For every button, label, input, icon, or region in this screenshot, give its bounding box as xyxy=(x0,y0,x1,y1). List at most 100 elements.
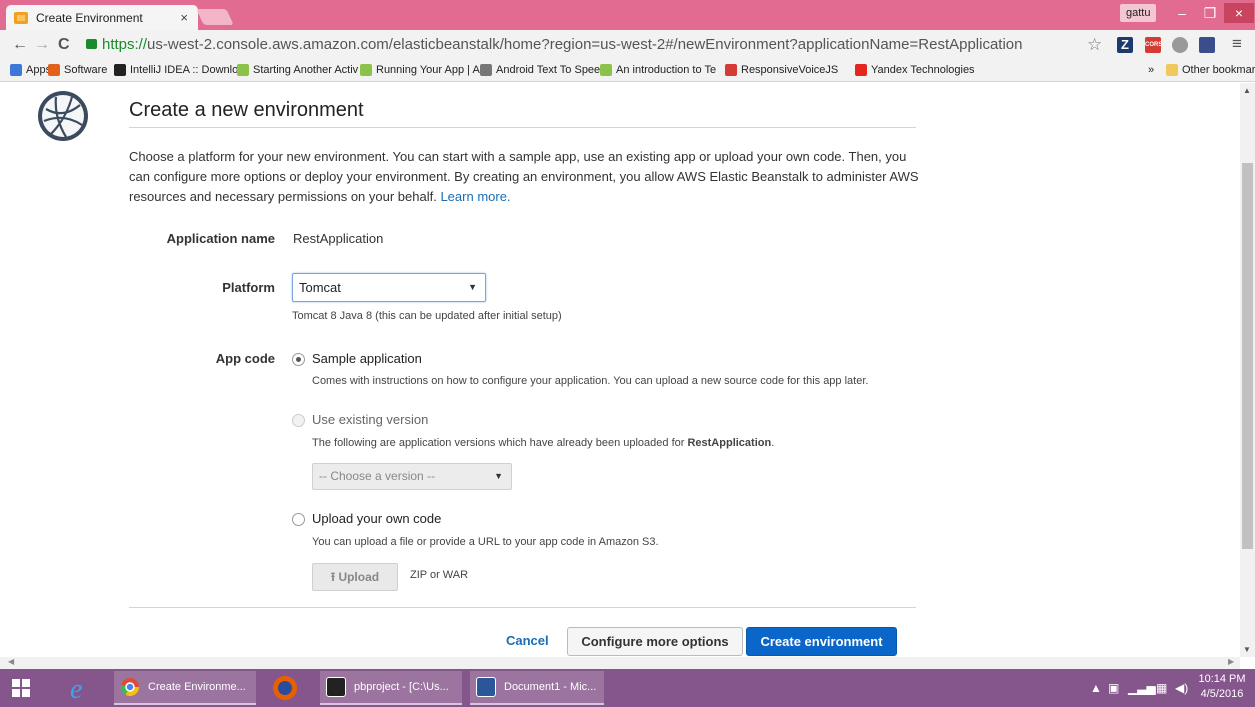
application-name-label: Application name xyxy=(166,231,275,246)
create-environment-button[interactable]: Create environment xyxy=(746,627,897,656)
windows-start-icon[interactable] xyxy=(12,679,30,697)
version-select[interactable]: -- Choose a version -- ▼ xyxy=(312,463,512,490)
url-scheme: https:// xyxy=(102,36,148,53)
application-name-value: RestApplication xyxy=(293,231,384,246)
taskbar-item-intellij[interactable]: pbproject - [C:\Us... xyxy=(320,671,462,705)
intellij-icon xyxy=(114,64,126,76)
url-input[interactable]: https://us-west-2.console.aws.amazon.com… xyxy=(84,34,1104,56)
chrome-icon xyxy=(121,678,139,697)
title-divider xyxy=(129,127,916,128)
internet-explorer-icon[interactable]: e xyxy=(66,673,96,703)
word-icon xyxy=(476,677,496,697)
extension-plane-icon[interactable] xyxy=(1199,37,1215,53)
upload-own-code-label[interactable]: Upload your own code xyxy=(312,511,441,526)
back-button[interactable]: ← xyxy=(12,36,28,54)
aws-favicon-icon xyxy=(14,11,28,24)
upload-file-types: ZIP or WAR xyxy=(410,569,469,581)
sample-application-help: Comes with instructions on how to config… xyxy=(312,375,869,387)
sample-application-label[interactable]: Sample application xyxy=(312,351,422,366)
close-window-button[interactable]: × xyxy=(1224,3,1254,23)
bookmark-software[interactable]: Software xyxy=(48,64,107,76)
lock-icon xyxy=(86,39,97,49)
footer-divider xyxy=(129,607,916,608)
bookmark-apps[interactable]: Apps xyxy=(10,64,51,76)
clock-time: 10:14 PM xyxy=(1198,673,1246,685)
intro-paragraph: Choose a platform for your new environme… xyxy=(129,147,919,207)
platform-label: Platform xyxy=(222,280,275,295)
intellij-icon xyxy=(326,677,346,697)
firefox-icon[interactable] xyxy=(270,673,300,703)
windows-flag-icon[interactable]: ▦ xyxy=(1156,681,1167,695)
sample-application-radio[interactable] xyxy=(292,353,305,366)
scroll-down-icon[interactable]: ▼ xyxy=(1243,645,1251,654)
folder-icon xyxy=(1166,64,1178,76)
tray-device-icon[interactable]: ▣ xyxy=(1108,681,1119,695)
scroll-right-icon[interactable]: ▶ xyxy=(1228,657,1234,666)
tab-create-environment[interactable]: Create Environment × xyxy=(6,5,198,30)
bookmark-android-tts[interactable]: Android Text To Spee xyxy=(480,64,600,76)
new-tab-button[interactable] xyxy=(196,9,234,25)
bookmark-running-app[interactable]: Running Your App | A xyxy=(360,64,480,76)
elastic-beanstalk-logo-icon xyxy=(38,91,88,141)
bookmark-intellij[interactable]: IntelliJ IDEA :: Downlo xyxy=(114,64,238,76)
diamond-icon xyxy=(480,64,492,76)
minimize-button[interactable]: – xyxy=(1168,3,1196,23)
maximize-button[interactable]: ❐ xyxy=(1196,3,1224,23)
extension-cube-icon[interactable] xyxy=(1172,37,1188,53)
vertical-scroll-thumb[interactable] xyxy=(1242,163,1253,549)
office-icon xyxy=(48,64,60,76)
bookmark-introduction[interactable]: An introduction to Te xyxy=(600,64,716,76)
bookmark-other[interactable]: Other bookmarks xyxy=(1166,64,1255,76)
upload-own-code-radio[interactable] xyxy=(292,513,305,526)
bookmark-yandex[interactable]: Yandex Technologies xyxy=(855,64,975,76)
existing-help-app-name: RestApplication xyxy=(687,437,772,449)
bookmark-starting-activity[interactable]: Starting Another Activ xyxy=(237,64,358,76)
bookmarks-overflow-icon[interactable]: » xyxy=(1148,64,1154,76)
tab-title: Create Environment xyxy=(36,10,143,25)
version-select-placeholder: -- Choose a version -- xyxy=(319,469,436,483)
cancel-button[interactable]: Cancel xyxy=(506,633,549,648)
reload-button[interactable]: C xyxy=(58,36,70,54)
page-content: Create a new environment Choose a platfo… xyxy=(0,83,1240,657)
chevron-down-icon: ▼ xyxy=(494,471,503,481)
bookmarks-bar: Apps Software IntelliJ IDEA :: Downlo St… xyxy=(0,60,1255,82)
tab-close-icon[interactable]: × xyxy=(180,10,188,25)
volume-icon[interactable]: ◀) xyxy=(1175,681,1188,695)
tray-expand-icon[interactable]: ▲ xyxy=(1090,681,1102,695)
taskbar-item-chrome[interactable]: Create Environme... xyxy=(114,671,256,705)
scroll-up-icon[interactable]: ▲ xyxy=(1243,86,1251,95)
html5-icon xyxy=(725,64,737,76)
scroll-left-icon[interactable]: ◀ xyxy=(8,657,14,666)
android-icon xyxy=(600,64,612,76)
bookmark-star-icon[interactable]: ☆ xyxy=(1087,35,1102,55)
yandex-icon xyxy=(855,64,867,76)
browser-menu-icon[interactable]: ≡ xyxy=(1232,34,1242,54)
system-clock[interactable]: 10:14 PM 4/5/2016 xyxy=(1192,672,1252,702)
platform-help: Tomcat 8 Java 8 (this can be updated aft… xyxy=(292,310,562,322)
existing-version-help: The following are application versions w… xyxy=(312,437,775,449)
url-text: us-west-2.console.aws.amazon.com/elastic… xyxy=(147,36,1023,53)
platform-selected-value: Tomcat xyxy=(299,280,341,295)
chevron-down-icon: ▼ xyxy=(468,282,477,292)
profile-button[interactable]: gattu xyxy=(1120,4,1157,22)
platform-select[interactable]: Tomcat ▼ xyxy=(292,273,486,302)
upload-help: You can upload a file or provide a URL t… xyxy=(312,536,659,548)
network-signal-icon[interactable]: ▁▃▅ xyxy=(1128,681,1156,695)
use-existing-version-label[interactable]: Use existing version xyxy=(312,412,428,427)
forward-button[interactable]: → xyxy=(34,36,50,54)
extension-z-icon[interactable]: Z xyxy=(1117,37,1133,53)
app-code-label: App code xyxy=(215,351,275,366)
apps-grid-icon xyxy=(10,64,22,76)
learn-more-link[interactable]: Learn more. xyxy=(440,189,510,204)
extension-cors-icon[interactable]: CORS xyxy=(1145,37,1162,53)
upload-button[interactable]: ⭱ Upload xyxy=(312,563,398,591)
use-existing-version-radio[interactable] xyxy=(292,414,305,427)
address-bar: ← → C https://us-west-2.console.aws.amaz… xyxy=(0,30,1255,60)
android-icon xyxy=(237,64,249,76)
windows-taskbar: e Create Environme... pbproject - [C:\Us… xyxy=(0,669,1255,707)
configure-more-options-button[interactable]: Configure more options xyxy=(567,627,743,656)
page-title: Create a new environment xyxy=(129,99,364,121)
horizontal-scrollbar[interactable]: ◀ ▶ xyxy=(0,657,1240,669)
bookmark-responsivevoice[interactable]: ResponsiveVoiceJS xyxy=(725,64,838,76)
taskbar-item-word[interactable]: Document1 - Mic... xyxy=(470,671,604,705)
